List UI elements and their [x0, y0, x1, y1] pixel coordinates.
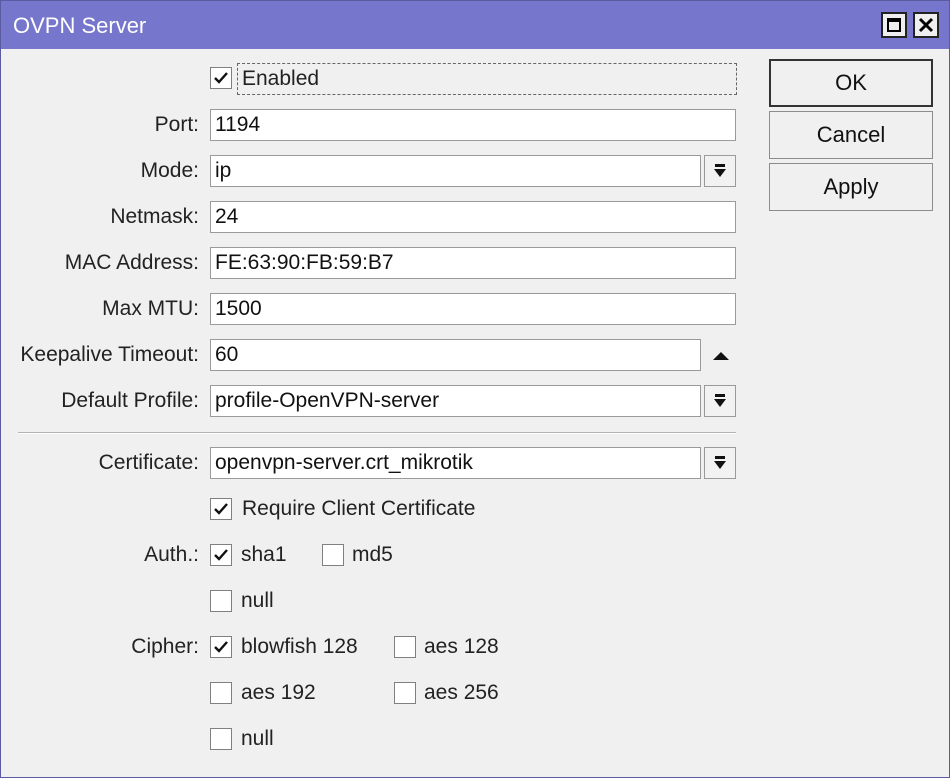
- auth-label: Auth.:: [144, 543, 199, 566]
- port-label: Port:: [154, 113, 199, 136]
- dropdown-arrow-icon: [714, 394, 726, 407]
- cipher-aes256-checkbox[interactable]: [394, 682, 416, 704]
- checkmark-icon: [214, 72, 228, 84]
- checkmark-icon: [214, 641, 228, 653]
- certificate-label: Certificate:: [98, 451, 199, 474]
- close-button[interactable]: [913, 12, 939, 38]
- cipher-blowfish128-label[interactable]: blowfish 128: [241, 632, 358, 662]
- maximize-button[interactable]: [881, 12, 907, 38]
- netmask-field[interactable]: 24: [210, 201, 736, 233]
- certificate-dropdown-button[interactable]: [704, 447, 736, 479]
- keepalive-collapse-button[interactable]: [708, 339, 734, 371]
- mode-label: Mode:: [140, 159, 199, 182]
- apply-button[interactable]: Apply: [769, 163, 933, 211]
- auth-md5-label[interactable]: md5: [352, 540, 393, 570]
- mac-address-label: MAC Address:: [64, 251, 199, 274]
- keepalive-timeout-field[interactable]: 60: [210, 339, 701, 371]
- default-profile-dropdown-button[interactable]: [704, 385, 736, 417]
- cipher-aes128-label[interactable]: aes 128: [424, 632, 499, 662]
- ovpn-server-window: OVPN Server Enabled Port: 1194 Mode: ip …: [0, 0, 950, 778]
- require-client-certificate-checkbox[interactable]: [210, 498, 232, 520]
- port-field[interactable]: 1194: [210, 109, 736, 141]
- auth-sha1-checkbox[interactable]: [210, 544, 232, 566]
- enabled-label[interactable]: Enabled: [242, 64, 319, 94]
- checkmark-icon: [214, 503, 228, 515]
- cipher-aes128-checkbox[interactable]: [394, 636, 416, 658]
- checkmark-icon: [214, 549, 228, 561]
- mode-select[interactable]: ip: [210, 155, 701, 187]
- maximize-icon: [887, 18, 901, 32]
- cipher-aes192-label[interactable]: aes 192: [241, 678, 316, 708]
- cipher-label: Cipher:: [131, 635, 199, 658]
- default-profile-select[interactable]: profile-OpenVPN-server: [210, 385, 701, 417]
- mode-dropdown-button[interactable]: [704, 155, 736, 187]
- section-divider: [18, 432, 736, 434]
- enabled-checkbox[interactable]: [210, 67, 232, 89]
- netmask-label: Netmask:: [110, 205, 199, 228]
- cancel-button[interactable]: Cancel: [769, 111, 933, 159]
- certificate-select[interactable]: openvpn-server.crt_mikrotik: [210, 447, 701, 479]
- close-icon: [918, 17, 934, 33]
- cipher-null-label[interactable]: null: [241, 724, 274, 754]
- window-title: OVPN Server: [13, 13, 147, 38]
- ok-button[interactable]: OK: [769, 59, 933, 107]
- auth-null-label[interactable]: null: [241, 586, 274, 616]
- auth-sha1-label[interactable]: sha1: [241, 540, 287, 570]
- max-mtu-field[interactable]: 1500: [210, 293, 736, 325]
- cipher-blowfish128-checkbox[interactable]: [210, 636, 232, 658]
- title-bar[interactable]: OVPN Server: [1, 1, 949, 49]
- collapse-up-icon: [713, 352, 729, 360]
- dropdown-arrow-icon: [714, 456, 726, 469]
- auth-null-checkbox[interactable]: [210, 590, 232, 612]
- auth-md5-checkbox[interactable]: [322, 544, 344, 566]
- keepalive-timeout-label: Keepalive Timeout:: [20, 343, 199, 366]
- max-mtu-label: Max MTU:: [102, 297, 199, 320]
- dropdown-arrow-icon: [714, 164, 726, 177]
- cipher-aes256-label[interactable]: aes 256: [424, 678, 499, 708]
- require-client-certificate-label[interactable]: Require Client Certificate: [242, 494, 475, 524]
- cipher-aes192-checkbox[interactable]: [210, 682, 232, 704]
- default-profile-label: Default Profile:: [61, 389, 199, 412]
- mac-address-field[interactable]: FE:63:90:FB:59:B7: [210, 247, 736, 279]
- cipher-null-checkbox[interactable]: [210, 728, 232, 750]
